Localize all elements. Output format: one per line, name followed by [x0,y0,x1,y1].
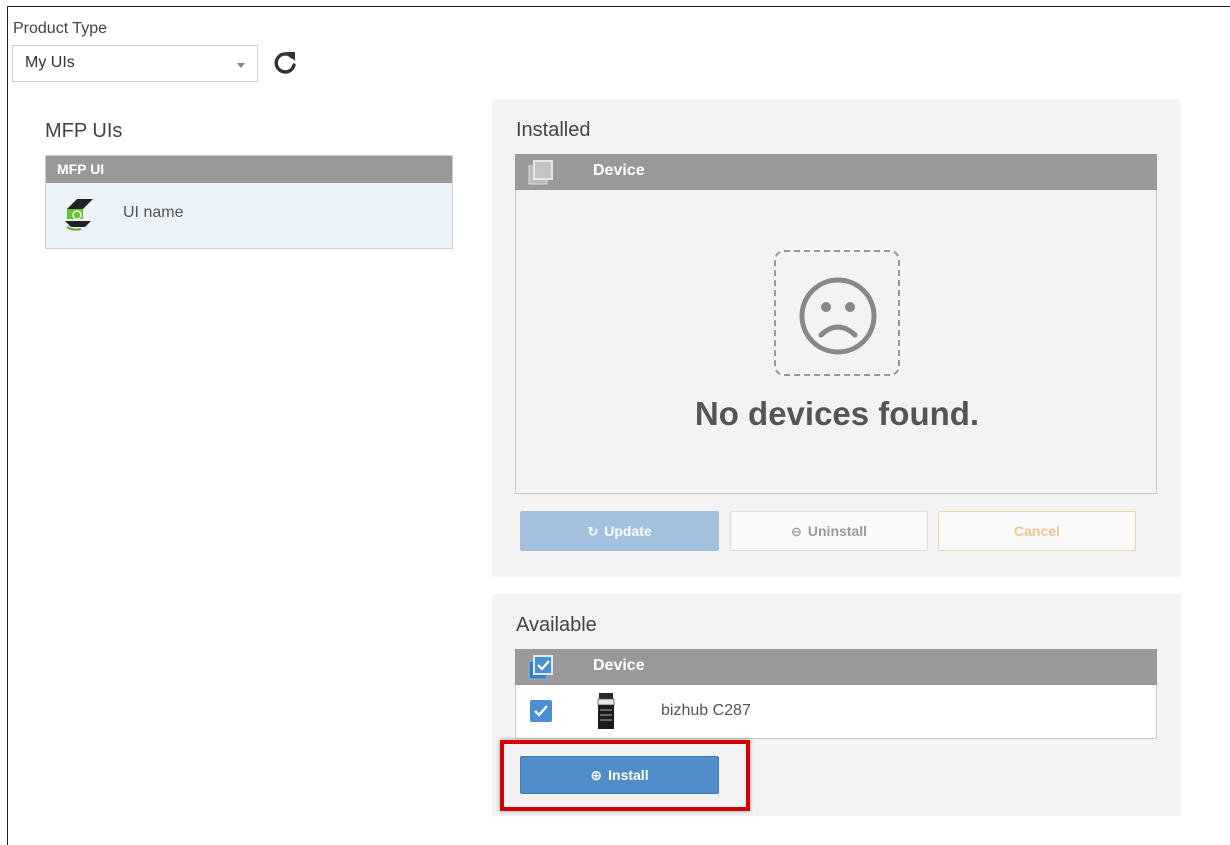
ui-logo-icon [63,197,95,233]
device-name: bizhub C287 [661,702,751,719]
printer-icon [596,691,618,731]
uninstall-label: Uninstall [807,523,868,539]
cancel-button[interactable]: Cancel [938,511,1136,551]
installed-title: Installed [516,119,591,141]
install-button[interactable]: ⊕ Install [520,756,719,794]
available-grid-header: Device [515,649,1157,685]
mfp-ui-name: UI name [123,204,184,221]
product-type-select[interactable]: My UIs [12,45,258,82]
device-row[interactable]: bizhub C287 [515,685,1157,739]
minus-circle-icon: ⊖ [790,524,802,539]
installed-panel: Installed Device No devices found. ↻ Upda… [492,99,1181,577]
select-all-checkbox[interactable] [528,160,554,186]
update-button[interactable]: ↻ Update [520,511,719,551]
sad-face-icon [799,277,877,355]
product-type-label: Product Type [13,20,107,37]
mfp-ui-row[interactable]: UI name [46,183,452,248]
installed-empty-state: No devices found. [515,190,1157,494]
no-devices-message: No devices found. [694,395,980,432]
product-type-value: My UIs [25,54,75,71]
chevron-down-icon [237,63,245,68]
available-device-column: Device [593,657,645,674]
cancel-label: Cancel [1014,523,1060,539]
mfp-ui-column-header: MFP UI [46,156,452,183]
available-title: Available [516,614,597,636]
mfp-uis-title: MFP UIs [45,120,123,142]
sync-icon: ↻ [587,524,599,539]
select-all-checked-checkbox[interactable] [528,655,554,681]
update-label: Update [604,523,652,539]
uninstall-button[interactable]: ⊖ Uninstall [730,511,928,551]
refresh-icon[interactable] [270,48,300,78]
install-label: Install [608,767,649,783]
installed-device-column: Device [593,162,645,179]
installed-grid-header: Device [515,154,1157,190]
mfp-ui-table: MFP UI UI name [45,155,453,249]
plus-circle-icon: ⊕ [590,767,603,783]
empty-placeholder [774,250,900,376]
device-checkbox[interactable] [530,700,552,722]
